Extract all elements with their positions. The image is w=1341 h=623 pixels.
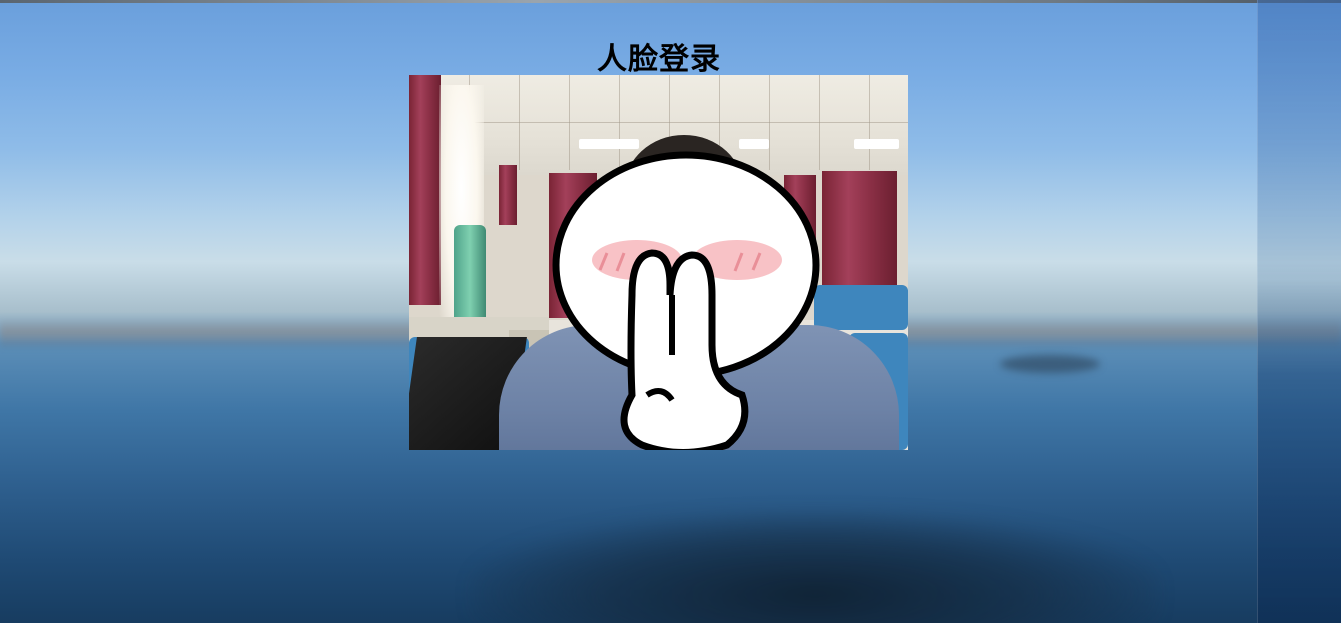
right-side-panel [1257, 0, 1341, 623]
webcam-video [409, 75, 908, 450]
login-page: 人脸登录 [0, 0, 1341, 623]
page-title: 人脸登录 [597, 42, 721, 78]
background-rocks [470, 510, 1160, 623]
background-island [1000, 355, 1100, 373]
face-cover-sticker [552, 151, 820, 450]
window-top-edge [0, 0, 1341, 3]
